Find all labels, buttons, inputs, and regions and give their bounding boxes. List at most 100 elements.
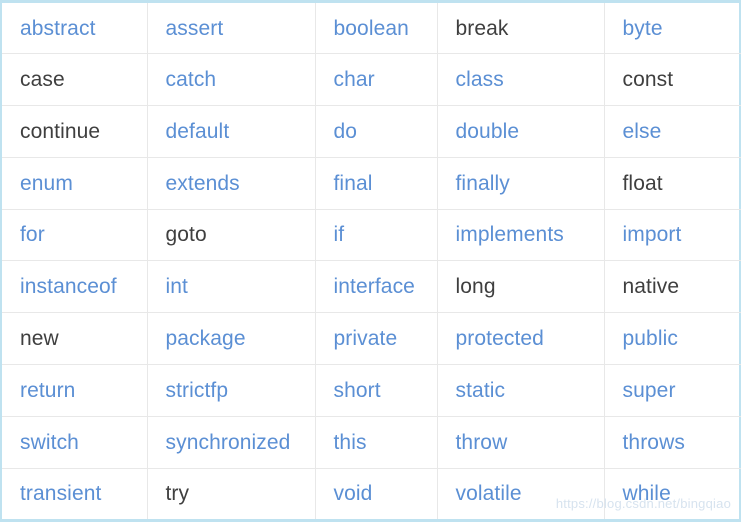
keyword-cell: case	[2, 53, 148, 107]
table-row: for goto if implements import	[2, 208, 741, 262]
table-row: enum extends final finally float	[2, 156, 741, 210]
keyword-cell: volatile	[436, 467, 605, 519]
keyword-cell: return	[2, 364, 148, 417]
keyword-link[interactable]: byte	[623, 17, 663, 40]
keyword-link[interactable]: else	[623, 120, 662, 143]
keyword-cell: for	[2, 208, 148, 262]
keyword-label: native	[622, 275, 680, 299]
keyword-cell: break	[436, 3, 605, 55]
keyword-label: const	[622, 68, 674, 92]
keyword-cell: final	[314, 156, 438, 210]
keyword-link[interactable]: interface	[334, 275, 415, 298]
keyword-link[interactable]: if	[334, 223, 345, 246]
keyword-link[interactable]: import	[623, 223, 682, 246]
keyword-cell: public	[603, 312, 741, 366]
keyword-link[interactable]: while	[623, 482, 671, 505]
keyword-link[interactable]: char	[334, 68, 375, 91]
keyword-link[interactable]: short	[334, 379, 381, 402]
keyword-cell: instanceof	[2, 260, 148, 314]
java-keywords-table: abstract assert boolean break byte case catch c…	[2, 3, 741, 519]
keyword-cell: const	[603, 53, 741, 107]
keyword-cell: default	[146, 105, 316, 158]
keyword-cell: extends	[146, 156, 316, 210]
keyword-link[interactable]: throw	[456, 431, 508, 454]
keyword-link[interactable]: final	[334, 172, 373, 195]
keyword-cell: native	[603, 260, 741, 314]
keyword-link[interactable]: assert	[166, 17, 224, 40]
keyword-link[interactable]: class	[456, 68, 504, 91]
keyword-cell: if	[314, 208, 438, 262]
keyword-link[interactable]: int	[166, 275, 188, 298]
keyword-cell: long	[436, 260, 605, 314]
keyword-link[interactable]: return	[20, 379, 75, 402]
keyword-link[interactable]: double	[456, 120, 520, 143]
keyword-link[interactable]: static	[456, 379, 506, 402]
keyword-cell: throws	[603, 415, 741, 469]
keyword-cell: abstract	[2, 3, 148, 55]
keyword-cell: while	[603, 467, 741, 519]
keyword-link[interactable]: switch	[20, 431, 79, 454]
keyword-link[interactable]: throws	[623, 431, 685, 454]
table-row: case catch char class const	[2, 53, 741, 107]
keyword-link[interactable]: transient	[20, 482, 101, 505]
keyword-cell: goto	[146, 208, 316, 262]
keyword-link[interactable]: enum	[20, 172, 73, 195]
keyword-cell: transient	[2, 467, 148, 519]
keyword-cell: synchronized	[146, 415, 316, 469]
keyword-link[interactable]: super	[623, 379, 676, 402]
keyword-link[interactable]: catch	[166, 68, 217, 91]
keyword-link[interactable]: for	[20, 223, 45, 246]
keyword-label: continue	[20, 119, 101, 143]
keyword-label: break	[455, 16, 509, 40]
table-row: instanceof int interface long native	[2, 260, 741, 314]
keyword-link[interactable]: void	[334, 482, 373, 505]
keyword-link[interactable]: extends	[166, 172, 240, 195]
keyword-link[interactable]: private	[334, 327, 398, 350]
keyword-link[interactable]: public	[623, 327, 678, 350]
table-row: continue default do double else	[2, 105, 741, 158]
keyword-link[interactable]: abstract	[20, 17, 96, 40]
keyword-link[interactable]: protected	[456, 327, 544, 350]
keyword-cell: void	[314, 467, 438, 519]
keyword-label: case	[20, 68, 65, 92]
keyword-link[interactable]: default	[166, 120, 230, 143]
keyword-cell: boolean	[314, 3, 438, 55]
keyword-cell: protected	[436, 312, 605, 366]
keyword-label: goto	[165, 223, 207, 247]
keyword-link[interactable]: synchronized	[166, 431, 291, 454]
keyword-link[interactable]: instanceof	[20, 275, 117, 298]
keyword-cell: catch	[146, 53, 316, 107]
keyword-link[interactable]: strictfp	[166, 379, 229, 402]
keyword-cell: float	[603, 156, 741, 210]
keywords-table-container: abstract assert boolean break byte case catch c…	[0, 0, 741, 522]
keyword-cell: import	[603, 208, 741, 262]
keyword-label: new	[20, 327, 59, 351]
keyword-cell: static	[436, 364, 605, 417]
keyword-cell: enum	[2, 156, 148, 210]
keyword-label: float	[622, 171, 663, 195]
keyword-link[interactable]: boolean	[334, 17, 409, 40]
table-row: return strictfp short static super	[2, 364, 741, 417]
keyword-cell: byte	[603, 3, 741, 55]
keyword-link[interactable]: package	[166, 327, 246, 350]
keyword-cell: do	[314, 105, 438, 158]
table-row: abstract assert boolean break byte	[2, 3, 741, 55]
keyword-link[interactable]: this	[334, 431, 367, 454]
keyword-cell: private	[314, 312, 438, 366]
keyword-link[interactable]: finally	[456, 172, 510, 195]
keyword-cell: try	[146, 467, 316, 519]
keyword-cell: else	[603, 105, 741, 158]
keyword-link[interactable]: implements	[456, 223, 564, 246]
keywords-table-body: abstract assert boolean break byte case catch c…	[2, 3, 741, 519]
keyword-cell: interface	[314, 260, 438, 314]
table-row: switch synchronized this throw throws	[2, 415, 741, 469]
keyword-link[interactable]: do	[334, 120, 358, 143]
keyword-link[interactable]: volatile	[456, 482, 522, 505]
keyword-cell: package	[146, 312, 316, 366]
keyword-label: long	[455, 275, 496, 299]
keyword-cell: short	[314, 364, 438, 417]
keyword-cell: finally	[436, 156, 605, 210]
table-row: new package private protected public	[2, 312, 741, 366]
keyword-cell: new	[2, 312, 148, 366]
keyword-cell: implements	[436, 208, 605, 262]
